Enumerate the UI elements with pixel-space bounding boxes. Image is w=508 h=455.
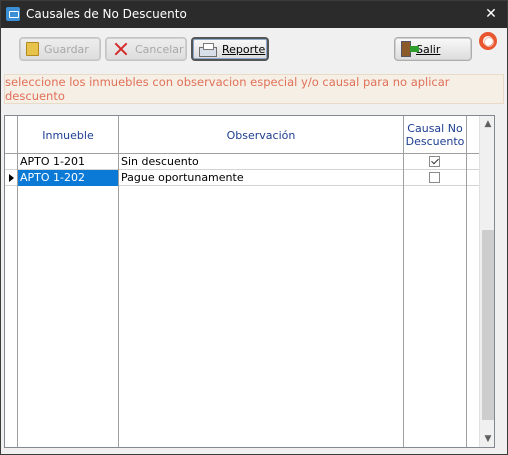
window: Causales de No Descuento ✕ Guardar Cance… bbox=[0, 0, 508, 455]
column-header-causal[interactable]: Causal No Descuento bbox=[404, 116, 466, 154]
save-icon bbox=[26, 42, 39, 56]
current-row-indicator-icon bbox=[9, 174, 14, 182]
scroll-down-icon[interactable]: ▼ bbox=[480, 431, 494, 447]
data-grid: Inmueble Observación Causal No Descuento… bbox=[4, 115, 495, 448]
column-divider bbox=[17, 116, 18, 447]
window-title: Causales de No Descuento bbox=[26, 7, 187, 21]
causal-checkbox[interactable] bbox=[429, 172, 440, 183]
exit-button[interactable]: Salir bbox=[394, 37, 472, 61]
table-row[interactable]: APTO 1-201 Sin descuento bbox=[5, 154, 494, 170]
toolbar: Guardar Cancelar Reporte Salir bbox=[1, 28, 507, 68]
help-lifebuoy-icon[interactable] bbox=[479, 32, 497, 50]
column-header-inmueble[interactable]: Inmueble bbox=[18, 116, 118, 154]
cell-observacion[interactable]: Pague oportunamente bbox=[119, 170, 403, 186]
scroll-thumb[interactable] bbox=[482, 230, 494, 420]
app-icon bbox=[6, 7, 20, 21]
table-row[interactable]: APTO 1-202 Pague oportunamente bbox=[5, 170, 494, 186]
save-button[interactable]: Guardar bbox=[19, 37, 101, 61]
scroll-up-icon[interactable]: ▲ bbox=[480, 116, 494, 132]
causal-checkbox[interactable] bbox=[429, 156, 440, 167]
cancel-icon bbox=[112, 41, 130, 57]
cell-inmueble[interactable]: APTO 1-201 bbox=[18, 154, 118, 170]
cell-observacion[interactable]: Sin descuento bbox=[119, 154, 403, 170]
printer-icon bbox=[199, 43, 217, 57]
cell-inmueble[interactable]: APTO 1-202 bbox=[18, 170, 118, 186]
grid-header: Inmueble Observación Causal No Descuento bbox=[5, 116, 494, 154]
exit-door-icon bbox=[401, 41, 419, 57]
report-label: Reporte bbox=[222, 42, 266, 56]
column-header-observacion[interactable]: Observación bbox=[119, 116, 403, 154]
cancel-button[interactable]: Cancelar bbox=[105, 37, 187, 61]
title-bar: Causales de No Descuento ✕ bbox=[1, 1, 507, 28]
instruction-text: seleccione los inmuebles con observacion… bbox=[5, 75, 450, 103]
save-label: Guardar bbox=[44, 42, 89, 56]
column-divider bbox=[466, 116, 467, 447]
report-button[interactable]: Reporte bbox=[191, 37, 269, 61]
vertical-scrollbar[interactable]: ▲ ▼ bbox=[479, 116, 494, 447]
cancel-label: Cancelar bbox=[135, 42, 184, 56]
close-button[interactable]: ✕ bbox=[481, 4, 501, 24]
column-divider bbox=[403, 116, 404, 447]
instruction-banner: seleccione los inmuebles con observacion… bbox=[4, 74, 504, 104]
exit-label: Salir bbox=[416, 42, 441, 56]
column-divider bbox=[118, 116, 119, 447]
